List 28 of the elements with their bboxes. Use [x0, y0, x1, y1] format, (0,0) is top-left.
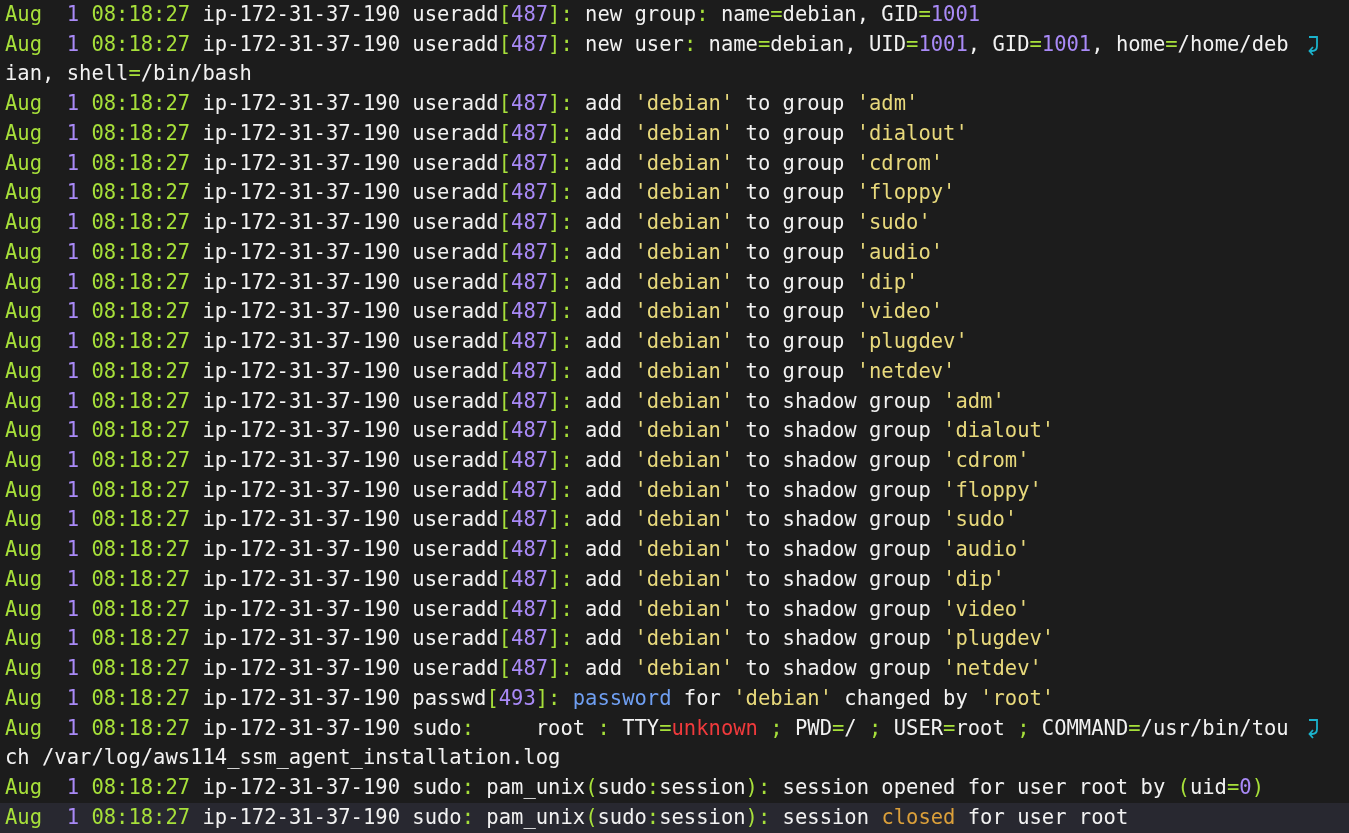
log-line: Aug 1 08:18:27 ip-172-31-37-190 useradd[487]: add 'debian' to group 'video'	[5, 298, 944, 326]
log-line: Aug 1 08:18:27 ip-172-31-37-190 sudo: root : TTY=unknown ; PWD=/ ; USER=root ; COMMAND=/usr/bin/tou	[5, 714, 1289, 742]
log-line: Aug 1 08:18:27 ip-172-31-37-190 sudo: pam_unix(sudo:session): session closed for user root	[5, 803, 1129, 831]
log-line: ian, shell=/bin/bash	[5, 60, 252, 88]
log-line: Aug 1 08:18:27 ip-172-31-37-190 useradd[487]: add 'debian' to shadow group 'floppy'	[5, 476, 1042, 504]
log-line: ch /var/log/aws114_ssm_agent_installation.log	[5, 744, 561, 772]
log-line: Aug 1 08:18:27 ip-172-31-37-190 useradd[487]: add 'debian' to shadow group 'plugdev'	[5, 625, 1055, 653]
log-line: Aug 1 08:18:27 ip-172-31-37-190 useradd[487]: add 'debian' to group 'sudo'	[5, 209, 931, 237]
log-line: Aug 1 08:18:27 ip-172-31-37-190 useradd[487]: add 'debian' to shadow group 'video'	[5, 595, 1030, 623]
log-line: Aug 1 08:18:27 ip-172-31-37-190 useradd[487]: add 'debian' to shadow group 'cdrom'	[5, 447, 1030, 474]
log-line: Aug 1 08:18:27 ip-172-31-37-190 useradd[487]: add 'debian' to group 'adm'	[5, 90, 919, 118]
log-line: Aug 1 08:18:27 ip-172-31-37-190 useradd[487]: add 'debian' to shadow group 'adm'	[5, 387, 1005, 415]
log-line: Aug 1 08:18:27 ip-172-31-37-190 useradd[487]: add 'debian' to group 'dialout'	[5, 119, 968, 147]
log-line: Aug 1 08:18:27 ip-172-31-37-190 useradd[487]: add 'debian' to group 'netdev'	[5, 357, 956, 385]
log-line: Aug 1 08:18:27 ip-172-31-37-190 useradd[487]: add 'debian' to group 'cdrom'	[5, 149, 944, 177]
log-line: Aug 1 08:18:27 ip-172-31-37-190 useradd[487]: new group: name=debian, GID=1001	[5, 1, 981, 28]
log-line: Aug 1 08:18:27 ip-172-31-37-190 useradd[487]: add 'debian' to shadow group 'dialout'	[5, 417, 1055, 445]
log-line: Aug 1 08:18:27 ip-172-31-37-190 sudo: pam_unix(sudo:session): session opened for user root by (uid=0)	[5, 774, 1264, 802]
log-line: Aug 1 08:18:27 ip-172-31-37-190 useradd[487]: add 'debian' to shadow group 'dip'	[5, 565, 1005, 593]
log-line: Aug 1 08:18:27 ip-172-31-37-190 useradd[487]: add 'debian' to group 'audio'	[5, 238, 944, 266]
log-line: Aug 1 08:18:27 ip-172-31-37-190 useradd[487]: add 'debian' to group 'plugdev'	[5, 328, 968, 356]
log-line: Aug 1 08:18:27 ip-172-31-37-190 useradd[487]: add 'debian' to group 'dip'	[5, 268, 919, 296]
log-line: Aug 1 08:18:27 ip-172-31-37-190 passwd[493]: password for 'debian' changed by 'root'	[5, 684, 1055, 712]
log-line: Aug 1 08:18:27 ip-172-31-37-190 useradd[487]: add 'debian' to shadow group 'sudo'	[5, 506, 1018, 534]
log-line: Aug 1 08:18:27 ip-172-31-37-190 useradd[487]: add 'debian' to shadow group 'netdev'	[5, 655, 1042, 683]
log-line: Aug 1 08:18:27 ip-172-31-37-190 useradd[487]: add 'debian' to shadow group 'audio'	[5, 536, 1030, 564]
log-line: Aug 1 08:18:27 ip-172-31-37-190 useradd[487]: new user: name=debian, UID=1001, GID=1001, home=/home/deb	[5, 30, 1289, 58]
log-line: Aug 1 08:18:27 ip-172-31-37-190 useradd[487]: add 'debian' to group 'floppy'	[5, 179, 956, 207]
